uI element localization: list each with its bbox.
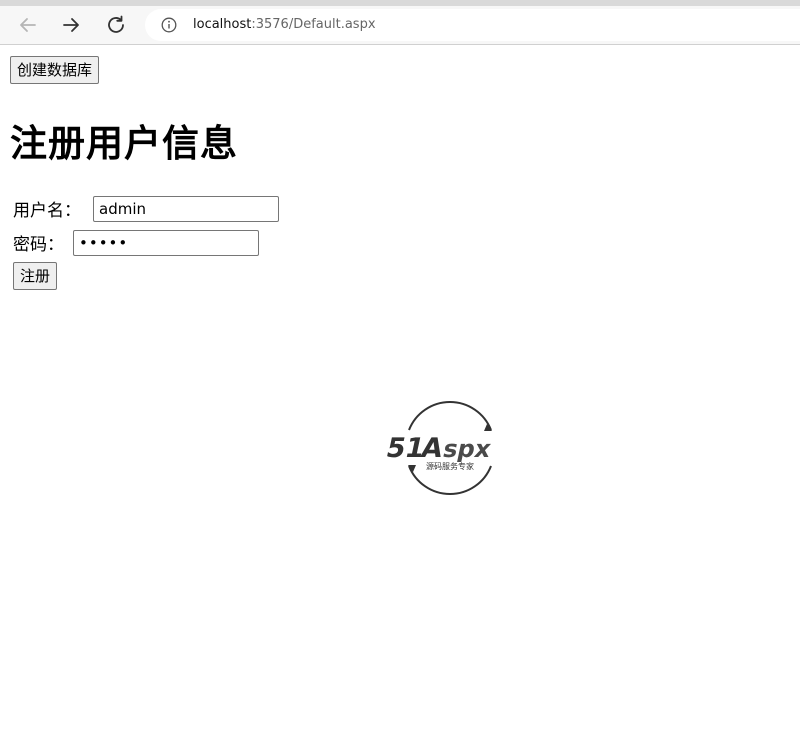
register-button[interactable]: 注册 (13, 262, 58, 290)
username-label: 用户名： (13, 201, 81, 221)
svg-text:spx: spx (441, 434, 494, 463)
url-path: :3576/Default.aspx (251, 17, 376, 32)
address-bar[interactable]: localhost:3576/Default.aspx (145, 9, 800, 41)
page-content: 创建数据库 注册用户信息 用户名： admin 密码： ••••• 注册 51 … (0, 45, 800, 736)
username-input[interactable]: admin (93, 196, 279, 222)
arrow-left-icon (20, 18, 36, 32)
back-button[interactable] (15, 12, 41, 38)
browser-toolbar: localhost:3576/Default.aspx (0, 6, 800, 45)
logo-51aspx: 51 A spx 源码服务专家 (383, 400, 494, 496)
arrow-right-icon (63, 18, 79, 32)
password-label: 密码： (13, 235, 64, 255)
page-title: 注册用户信息 (10, 122, 238, 165)
reload-icon (108, 15, 124, 33)
create-database-button[interactable]: 创建数据库 (10, 56, 100, 84)
info-icon[interactable] (161, 17, 177, 33)
forward-button[interactable] (58, 12, 84, 38)
url-text[interactable]: localhost:3576/Default.aspx (193, 17, 376, 32)
reload-button[interactable] (103, 12, 129, 38)
password-input[interactable]: ••••• (73, 230, 259, 256)
svg-text:源码服务专家: 源码服务专家 (426, 461, 474, 471)
url-host: localhost (193, 17, 252, 32)
